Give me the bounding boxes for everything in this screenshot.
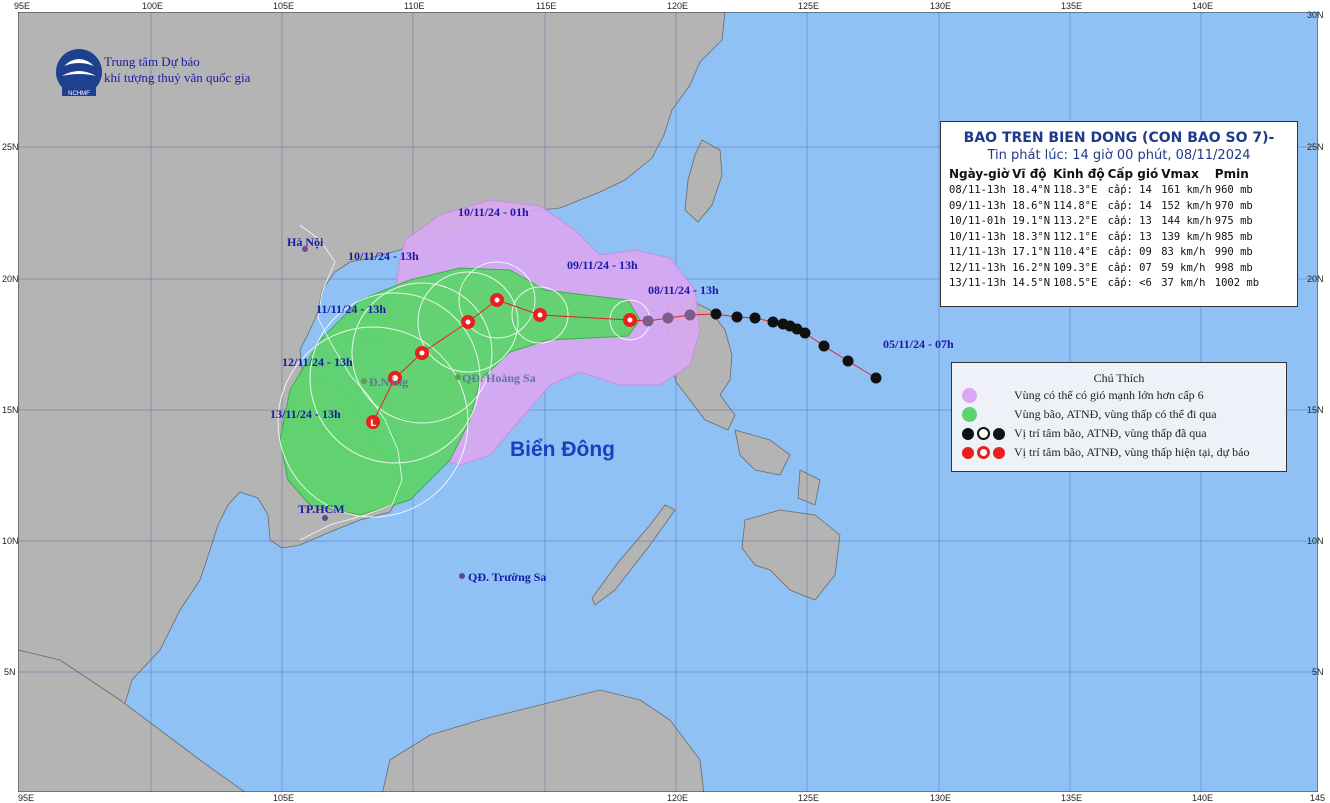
col-header: Ngày-giờ [949, 167, 1010, 181]
svg-text:135E: 135E [1061, 793, 1082, 803]
legend-label: Vị trí tâm bão, ATNĐ, vùng thấp hiện tại… [1014, 445, 1250, 459]
svg-text:100E: 100E [142, 1, 163, 11]
green-dot-icon [962, 407, 977, 422]
label-sea-name: Biển Đông [510, 438, 615, 461]
svg-text:95E: 95E [18, 793, 34, 803]
svg-text:25N: 25N [1307, 142, 1324, 152]
table-row: 08/11-13h 18.4°N 118.3°E cấp: 14 161 km/h 960… [949, 184, 1253, 196]
svg-text:10N: 10N [1307, 536, 1324, 546]
forecast-table: Ngày-giờ Vĩ độ Kinh độ Cấp gió Vmax Pmin… [949, 167, 1262, 292]
table-header-row: Ngày-giờ Vĩ độ Kinh độ Cấp gió Vmax Pmin [949, 167, 1262, 183]
col-header: Vmax [1161, 167, 1199, 181]
table-row: 12/11-13h 16.2°N 109.3°E cấp: 07 59 km/h 998 … [949, 261, 1253, 274]
svg-text:115E: 115E [536, 1, 556, 11]
label-hcm: TP.HCM [298, 502, 345, 516]
legend-title: Chú Thích [1093, 371, 1145, 385]
typhoon-red-icon [962, 446, 974, 459]
table-row: 13/11-13h 14.5°N 108.5°E cấp: <6 37 km/h 1002… [949, 277, 1260, 289]
legend-item-storm-zone: Vùng bão, ATNĐ, vùng thấp có thể đi qua [952, 405, 1286, 424]
legend-item-past: Vị trí tâm bão, ATNĐ, vùng thấp đã qua [952, 424, 1286, 443]
svg-text:140E: 140E [1192, 1, 1213, 11]
low-black-icon [993, 427, 1005, 440]
label-danang: Đ.Nẵng [369, 375, 408, 389]
table-row: 09/11-13h 18.6°N 114.8°E cấp: 14 152 km/h 970… [949, 199, 1253, 212]
col-header: Kinh độ [1053, 167, 1105, 181]
purple-dot-icon [962, 388, 977, 403]
svg-text:NCHMF: NCHMF [68, 91, 90, 97]
agency-name-line1: Trung tâm Dự báo [104, 54, 200, 69]
agency-name: Trung tâm Dự báo khí tượng thuỷ văn quốc… [104, 54, 250, 86]
table-row: 10/11-13h 18.3°N 112.1°E cấp: 13 139 km/h 985… [949, 230, 1253, 243]
track-label-1111: 11/11/24 - 13h [316, 302, 386, 316]
svg-text:10N: 10N [2, 536, 19, 546]
agency-name-line2: khí tượng thuỷ văn quốc gia [104, 70, 251, 85]
circle-black-icon [977, 427, 990, 440]
col-header: Pmin [1214, 167, 1249, 181]
circle-red-icon [977, 446, 990, 459]
info-subtitle: Tin phát lúc: 14 giờ 00 phút, 08/11/2024 [987, 148, 1251, 163]
svg-text:20N: 20N [2, 274, 19, 284]
svg-text:15N: 15N [2, 405, 19, 415]
col-header: Vĩ độ [1012, 167, 1047, 181]
svg-text:105E: 105E [273, 1, 294, 11]
track-label-1311: 13/11/24 - 13h [270, 407, 341, 421]
label-hoangsa: QĐ. Hoàng Sa [462, 371, 536, 385]
legend-item-wind-zone: Vùng có thể có gió mạnh lớn hơn cấp 6 [952, 386, 1286, 405]
svg-text:125E: 125E [798, 1, 819, 11]
svg-text:105E: 105E [273, 793, 294, 803]
table-row: 11/11-13h 17.1°N 110.4°E cấp: 09 83 km/h 990 … [949, 246, 1253, 258]
legend-label: Vùng có thể có gió mạnh lớn hơn cấp 6 [1014, 388, 1204, 402]
svg-text:20N: 20N [1307, 274, 1324, 284]
svg-text:140E: 140E [1192, 793, 1213, 803]
track-label-0811: 08/11/24 - 13h [648, 283, 719, 297]
svg-text:95E: 95E [14, 1, 30, 11]
svg-text:120E: 120E [667, 793, 688, 803]
legend-item-forecast: Vị trí tâm bão, ATNĐ, vùng thấp hiện tại… [952, 443, 1286, 462]
svg-text:5N: 5N [4, 667, 16, 677]
nchmf-logo: NCHMF [56, 49, 102, 97]
svg-text:L: L [370, 419, 376, 429]
track-label-0511: 05/11/24 - 07h [883, 337, 954, 351]
track-label-1011a: 10/11/24 - 01h [458, 205, 529, 219]
info-title: BAO TREN BIEN DONG (CON BAO SO 7)- [963, 130, 1275, 146]
map-legend: Chú Thích Vùng có thể có gió mạnh lớn hơ… [951, 362, 1287, 472]
svg-text:30N: 30N [1307, 10, 1324, 20]
svg-text:25N: 25N [2, 142, 19, 152]
svg-text:130E: 130E [930, 1, 951, 11]
svg-text:15N: 15N [1307, 405, 1324, 415]
track-label-1011b: 10/11/24 - 13h [348, 249, 419, 263]
svg-text:125E: 125E [798, 793, 819, 803]
svg-text:135E: 135E [1061, 1, 1082, 11]
label-truongsa: QĐ. Trường Sa [468, 570, 546, 584]
label-hanoi: Hà Nội [287, 235, 324, 249]
svg-text:145: 145 [1310, 793, 1325, 803]
track-label-1211: 12/11/24 - 13h [282, 355, 353, 369]
legend-label: Vị trí tâm bão, ATNĐ, vùng thấp đã qua [1014, 426, 1207, 440]
svg-text:110E: 110E [404, 1, 424, 11]
svg-text:120E: 120E [667, 1, 688, 11]
legend-label: Vùng bão, ATNĐ, vùng thấp có thể đi qua [1014, 407, 1217, 421]
storm-info-box: BAO TREN BIEN DONG (CON BAO SO 7)- Tin p… [940, 121, 1298, 307]
typhoon-black-icon [962, 427, 974, 440]
svg-text:5N: 5N [1312, 667, 1324, 677]
low-red-icon [993, 446, 1005, 459]
svg-text:130E: 130E [930, 793, 951, 803]
table-row: 10/11-01h 19.1°N 113.2°E cấp: 13 144 km/h 975… [949, 215, 1253, 227]
col-header: Cấp gió [1107, 167, 1159, 181]
track-label-0911: 09/11/24 - 13h [567, 258, 638, 272]
